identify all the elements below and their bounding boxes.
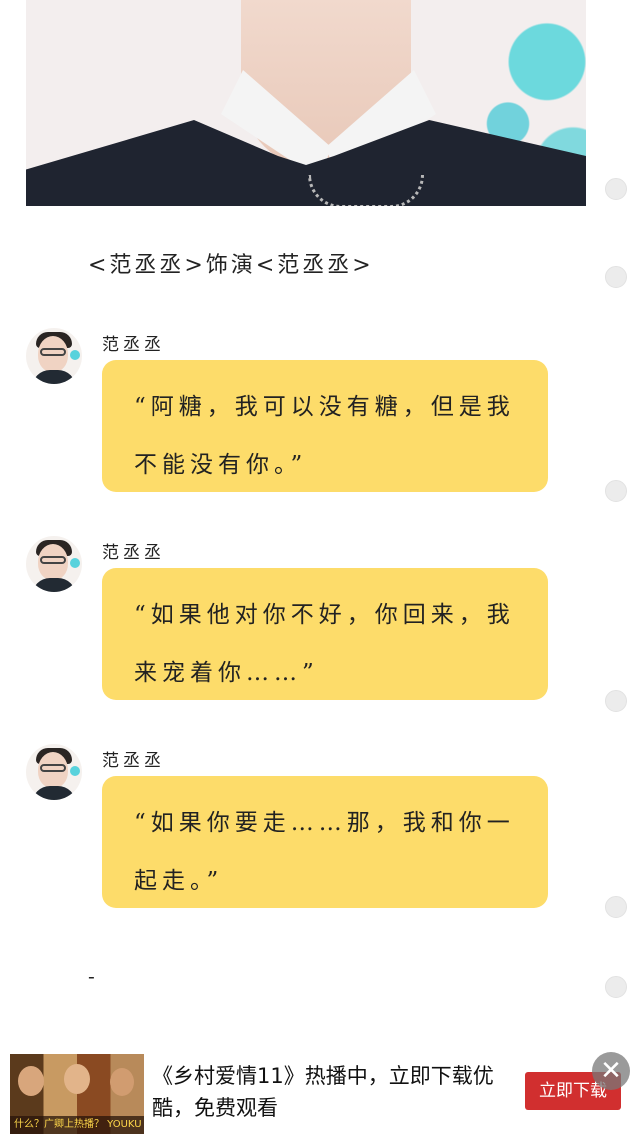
message-bubble: “如果他对你不好，你回来，我来宠着你……” (102, 568, 548, 700)
close-icon[interactable]: ✕ (592, 1052, 630, 1090)
ad-text[interactable]: 《乡村爱情11》热播中，立即下载优酷，免费观看 (152, 1060, 497, 1124)
avatar[interactable] (26, 536, 82, 592)
ad-thumbnail-caption: 什么？广卿上热播？ YOUKU 优酷 (10, 1116, 144, 1134)
message-bubble: “如果你要走……那，我和你一起走。” (102, 776, 548, 908)
avatar[interactable] (26, 744, 82, 800)
sender-name: 范丞丞 (102, 335, 165, 355)
header-photo (26, 0, 586, 206)
trailing-dash: - (88, 964, 95, 988)
role-caption: <范丞丞>饰演<范丞丞> (88, 253, 374, 278)
side-dot[interactable] (605, 480, 627, 502)
message-bubble: “阿糖，我可以没有糖，但是我不能没有你。” (102, 360, 548, 492)
side-dot[interactable] (605, 690, 627, 712)
ad-thumbnail[interactable]: 什么？广卿上热播？ YOUKU 优酷 (10, 1054, 144, 1134)
side-dot[interactable] (605, 178, 627, 200)
side-dot[interactable] (605, 976, 627, 998)
ad-banner[interactable]: 什么？广卿上热播？ YOUKU 优酷 《乡村爱情11》热播中，立即下载优酷，免费… (0, 1046, 640, 1138)
side-dot[interactable] (605, 896, 627, 918)
sender-name: 范丞丞 (102, 543, 165, 563)
avatar[interactable] (26, 328, 82, 384)
sender-name: 范丞丞 (102, 751, 165, 771)
side-dot[interactable] (605, 266, 627, 288)
